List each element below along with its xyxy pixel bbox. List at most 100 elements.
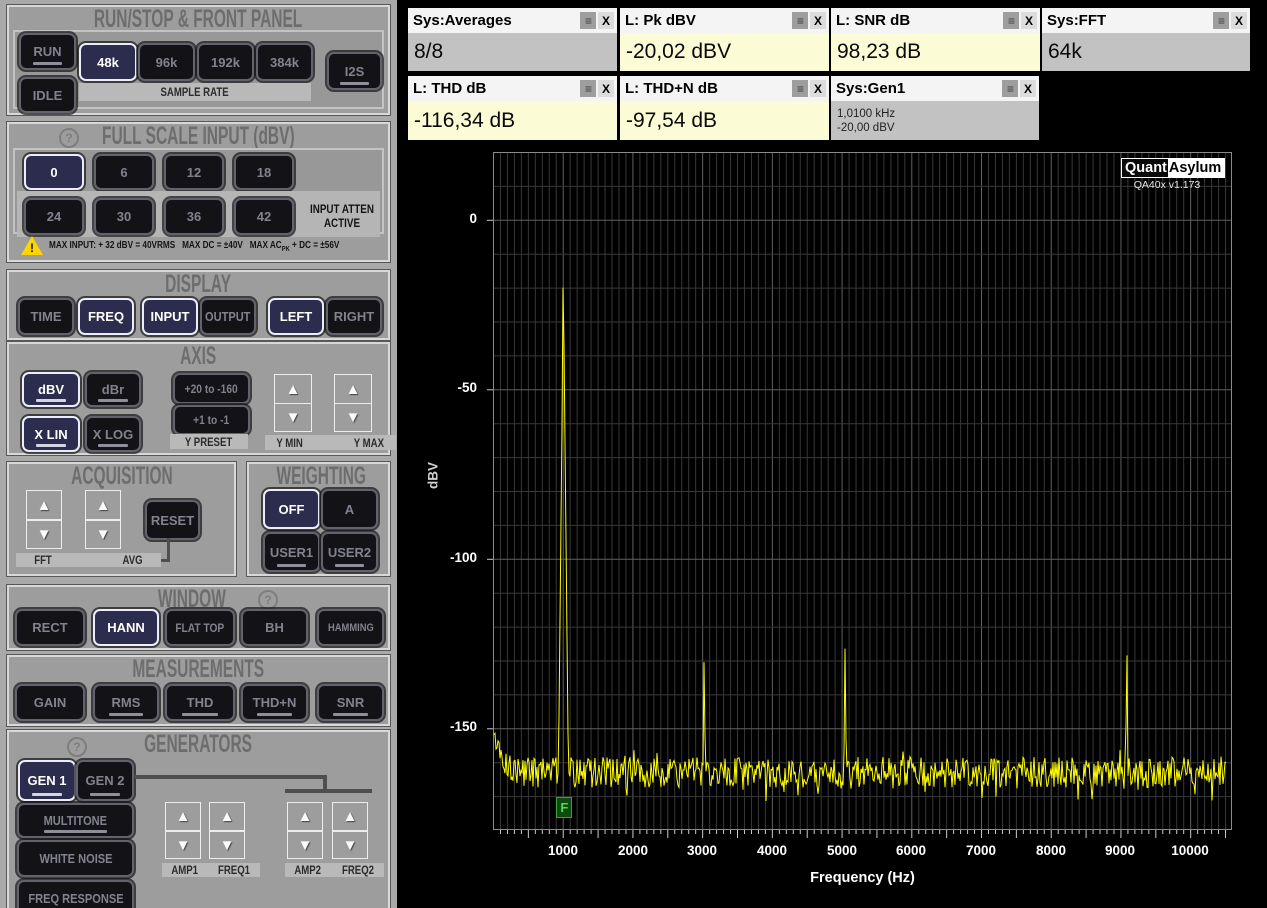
sample-rate-384k-button[interactable]: 384k <box>256 43 313 81</box>
white-noise-button[interactable]: WHITE NOISE <box>17 840 134 877</box>
menu-icon[interactable]: ≡ <box>1213 12 1229 29</box>
reset-button[interactable]: RESET <box>145 500 200 540</box>
fsi-6-button[interactable]: 6 <box>94 154 154 190</box>
fft-up-button[interactable]: ▲ <box>26 490 62 520</box>
amp2-down-button[interactable]: ▼ <box>287 831 323 859</box>
i2s-button[interactable]: I2S <box>327 52 382 90</box>
amp2-up-button[interactable]: ▲ <box>287 802 323 831</box>
fsi-42-button[interactable]: 42 <box>234 198 294 235</box>
close-icon[interactable]: X <box>810 12 826 29</box>
x-tick-label: 2000 <box>603 843 663 858</box>
amp1-down-button[interactable]: ▼ <box>165 831 201 859</box>
analyzer-view: Sys:Averages ≡ X 8/8 L: Pk dBV ≡ X -20,0… <box>397 0 1267 908</box>
y-tick-label: 0 <box>431 211 477 226</box>
logo-quant: Quant <box>1121 158 1168 178</box>
window-hamming-button[interactable]: HAMMING <box>317 609 384 646</box>
fft-down-button[interactable]: ▼ <box>26 520 62 549</box>
display-left-button[interactable]: LEFT <box>268 298 324 335</box>
weighting-user1-button[interactable]: USER1 <box>263 532 320 572</box>
axis-dbr-button[interactable]: dBr <box>85 372 141 407</box>
y-min-down-button[interactable]: ▼ <box>274 403 312 432</box>
window-rect-button[interactable]: RECT <box>15 609 85 646</box>
fsi-12-button[interactable]: 12 <box>164 154 224 190</box>
display-freq-button[interactable]: FREQ <box>78 298 134 335</box>
run-button[interactable]: RUN <box>19 33 76 70</box>
y-preset-1-1-button[interactable]: +1 to -1 <box>173 405 250 435</box>
section-weighting: WEIGHTING OFF A USER1 USER2 <box>247 462 390 576</box>
weighting-a-button[interactable]: A <box>321 489 378 529</box>
menu-icon[interactable]: ≡ <box>1002 80 1018 97</box>
idle-button[interactable]: IDLE <box>19 77 76 113</box>
freq1-down-button[interactable]: ▼ <box>209 831 245 859</box>
axis-xlin-button[interactable]: X LIN <box>22 416 80 452</box>
multitone-button[interactable]: MULTITONE <box>17 803 134 838</box>
gen1-frequency: 1,0100 kHz <box>837 107 1039 121</box>
freq2-down-button[interactable]: ▼ <box>332 831 368 859</box>
sample-rate-192k-button[interactable]: 192k <box>197 43 254 81</box>
section-window: WINDOW ? RECT HANN FLAT TOP BH HAMMING <box>7 585 390 650</box>
close-icon[interactable]: X <box>598 80 614 97</box>
weighting-user2-button[interactable]: USER2 <box>321 532 378 572</box>
sample-rate-96k-button[interactable]: 96k <box>138 43 195 81</box>
y-max-up-button[interactable]: ▲ <box>334 374 372 404</box>
weighting-off-button[interactable]: OFF <box>263 489 320 529</box>
axis-xlog-button[interactable]: X LOG <box>85 416 141 452</box>
window-hann-button[interactable]: HANN <box>93 609 159 646</box>
section-measurements: MEASUREMENTS GAIN RMS THD THD+N SNR <box>7 655 390 726</box>
section-title: AXIS <box>9 344 388 368</box>
y-min-up-button[interactable]: ▲ <box>274 374 312 404</box>
fsi-30-button[interactable]: 30 <box>94 198 154 235</box>
meas-rms-button[interactable]: RMS <box>93 684 159 721</box>
window-bh-button[interactable]: BH <box>241 609 308 646</box>
amp1-up-button[interactable]: ▲ <box>165 802 201 831</box>
y-preset-20-160-button[interactable]: +20 to -160 <box>173 373 250 404</box>
fsi-18-button[interactable]: 18 <box>234 154 294 190</box>
display-output-button[interactable]: OUTPUT <box>200 298 256 335</box>
meas-thd-button[interactable]: THD <box>165 684 235 721</box>
fsi-36-button[interactable]: 36 <box>164 198 224 235</box>
avg-up-button[interactable]: ▲ <box>85 490 121 520</box>
gen1-button[interactable]: GEN 1 <box>18 760 76 801</box>
y-min-max-labels: Y MINY MAX <box>265 435 396 450</box>
freq-response-button[interactable]: FREQ RESPONSE <box>17 880 134 908</box>
close-icon[interactable]: X <box>810 80 826 97</box>
menu-icon[interactable]: ≡ <box>580 80 596 97</box>
menu-icon[interactable]: ≡ <box>1003 12 1019 29</box>
freq2-up-button[interactable]: ▲ <box>332 802 368 831</box>
meas-gain-button[interactable]: GAIN <box>15 684 85 721</box>
menu-icon[interactable]: ≡ <box>792 80 808 97</box>
logo-asylum: Asylum <box>1168 158 1225 178</box>
axis-dbv-button[interactable]: dBV <box>22 372 80 407</box>
tile-header: L: THD dB ≡ X <box>408 76 617 101</box>
fsi-24-button[interactable]: 24 <box>24 198 84 235</box>
control-panel: RUN/STOP & FRONT PANEL RUN IDLE 48k 96k … <box>0 0 397 908</box>
fsi-0-button[interactable]: 0 <box>24 154 84 190</box>
close-icon[interactable]: X <box>598 12 614 29</box>
quantasylum-logo: QuantAsylum <box>1121 158 1225 178</box>
freq1-up-button[interactable]: ▲ <box>209 802 245 831</box>
meas-snr-button[interactable]: SNR <box>317 684 384 721</box>
help-icon[interactable]: ? <box>258 590 278 610</box>
tile-pk-dbv: L: Pk dBV ≡ X -20,02 dBV <box>620 8 829 71</box>
menu-icon[interactable]: ≡ <box>580 12 596 29</box>
tile-body: -116,34 dB <box>408 101 617 140</box>
close-icon[interactable]: X <box>1021 12 1037 29</box>
spectrum-plot[interactable]: QuantAsylum QA40x v1.173 F <box>493 152 1232 830</box>
close-icon[interactable]: X <box>1231 12 1247 29</box>
fundamental-marker[interactable]: F <box>556 797 572 818</box>
amp2-freq2-labels: AMP2FREQ2 <box>285 863 384 877</box>
close-icon[interactable]: X <box>1020 80 1036 97</box>
y-max-down-button[interactable]: ▼ <box>334 403 372 432</box>
avg-down-button[interactable]: ▼ <box>85 520 121 549</box>
section-display: DISPLAY TIME FREQ INPUT OUTPUT LEFT RIGH… <box>7 270 390 340</box>
display-input-button[interactable]: INPUT <box>142 298 198 335</box>
input-atten-active-label: INPUT ATTENACTIVE <box>302 202 382 230</box>
meas-thdn-button[interactable]: THD+N <box>241 684 308 721</box>
sample-rate-48k-button[interactable]: 48k <box>79 43 137 81</box>
tile-thd: L: THD dB ≡ X -116,34 dB <box>408 76 617 140</box>
display-time-button[interactable]: TIME <box>18 298 74 335</box>
display-right-button[interactable]: RIGHT <box>326 298 382 335</box>
window-flattop-button[interactable]: FLAT TOP <box>165 609 235 646</box>
menu-icon[interactable]: ≡ <box>792 12 808 29</box>
gen2-button[interactable]: GEN 2 <box>76 760 134 801</box>
